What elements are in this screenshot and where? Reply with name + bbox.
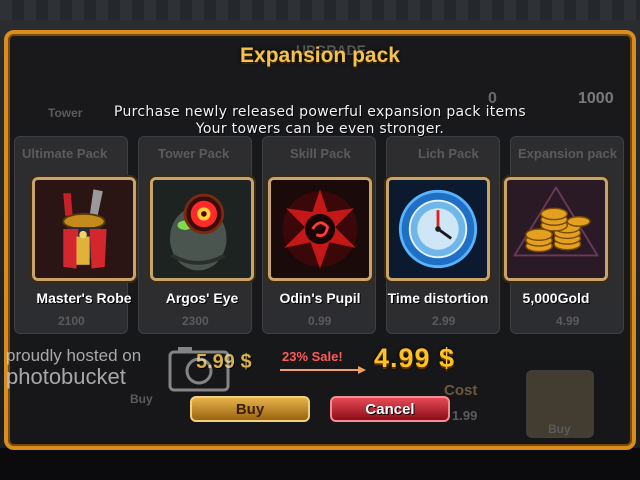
dialog-description-line1: Purchase newly released powerful expansi… [114,104,526,120]
bg-pack-price: 4.99 [556,314,580,328]
item-odins-pupil [268,177,372,281]
cancel-button[interactable]: Cancel [330,396,450,422]
buy-button[interactable]: Buy [190,396,310,422]
eye-icon [153,180,251,278]
bg-bottom-buy: Buy [548,422,571,436]
bg-pack-name: Lich Pack [418,146,479,161]
sale-badge: 23% Sale! [282,349,343,364]
bg-pack-name: Ultimate Pack [22,146,108,161]
bg-pack-price: 0.99 [308,314,332,328]
item-label: 5,000Gold [522,290,590,306]
watermark-line1: proudly hosted on [6,346,142,365]
item-label: Master's Robe [36,290,132,306]
item-gold [504,177,608,281]
bg-pack-price: 2.99 [432,314,456,328]
bg-pack-name: Skill Pack [290,146,351,161]
gold-coins-icon [507,180,605,278]
watermark-line2: photobucket [6,364,126,389]
photobucket-watermark: proudly hosted on photobucket [6,346,141,390]
background-bottom-bar [0,448,640,480]
bg-cost-value: 1.99 [452,408,478,423]
bg-pack-price: 2300 [182,314,209,328]
bg-buy-label: Buy [130,392,153,406]
clock-icon [389,180,487,278]
new-price: 4.99 $ [374,343,456,373]
robe-icon [35,180,133,278]
item-label: Time distortion [387,290,489,306]
bg-pack-price: 2100 [58,314,85,328]
item-label: Odin's Pupil [279,290,361,306]
dialog-description-line2: Your towers can be even stronger. [195,121,445,137]
bg-cost-label: Cost [444,382,478,399]
watermark-camera-icon [168,347,230,392]
bg-pack-name: Tower Pack [158,146,230,161]
item-argos-eye [150,177,254,281]
item-masters-robe [32,177,136,281]
item-label: Argos' Eye [165,290,239,306]
pupil-icon [271,180,369,278]
dialog-title: Expansion pack [240,44,400,67]
sale-arrow-icon [280,366,366,374]
bg-pack-name: Expansion pack [518,146,617,161]
item-time-distortion [386,177,490,281]
